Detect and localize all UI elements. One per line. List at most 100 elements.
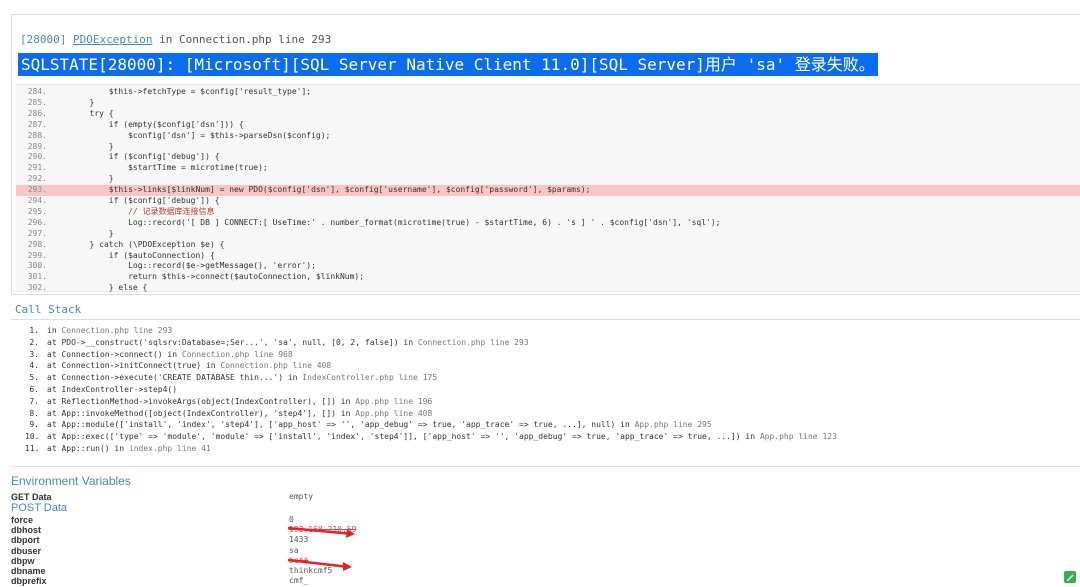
source-line-number: 296.	[27, 217, 47, 227]
source-line-code: if (empty($config['dsn'])) {	[51, 119, 244, 129]
call-stack-file: Connection.php line 293	[61, 326, 173, 335]
source-line-number: 292.	[27, 174, 47, 184]
call-stack-item: 6. at IndexController->step4()	[25, 384, 177, 396]
call-stack-text: at IndexController->step4()	[47, 385, 178, 394]
env-post-label: POST Data	[11, 502, 68, 514]
annotation-arrow-dbhost	[287, 526, 354, 536]
source-line-code: if ($autoConnection) {	[51, 250, 215, 260]
call-stack-number: 10.	[25, 432, 40, 442]
annotation-arrows	[287, 526, 355, 571]
source-line-number: 285.	[27, 97, 47, 107]
source-line: 298. } catch (\PDOException $e) {	[16, 240, 1080, 251]
source-line: 285. }	[16, 98, 1080, 109]
source-line-code: } catch (\PDOException $e) {	[51, 239, 225, 249]
call-stack-list: 1. in Connection.php line 293 2. at PDO->__…	[11, 319, 1080, 467]
source-line-number: 299.	[27, 250, 47, 260]
exception-class-link[interactable]: PDOException	[73, 33, 152, 46]
call-stack-file: App.php line 295	[634, 420, 712, 430]
source-line-number: 297.	[27, 228, 47, 238]
source-line-number: 298.	[27, 239, 47, 249]
call-stack-number: 6.	[29, 385, 39, 394]
source-line: 301. return $this->connect($autoConnecti…	[16, 272, 1080, 283]
call-stack-item: 3. at Connection->connect() in Connection…	[25, 349, 293, 361]
env-get-value: empty	[289, 492, 314, 501]
env-get-row: GET Data empty	[11, 492, 1080, 503]
source-line-code: }	[51, 97, 95, 107]
source-line-number: 293.	[27, 185, 47, 195]
call-stack-file: Connection.php line 968	[181, 349, 293, 359]
call-stack-number: 5.	[29, 373, 39, 383]
call-stack-text: at Connection->connect() in	[47, 349, 182, 359]
call-stack-file: App.php line 196	[355, 396, 433, 406]
call-stack-text: at Connection->initConnect(true) in	[47, 361, 221, 371]
source-line: 287. if (empty($config['dsn'])) {	[16, 120, 1080, 131]
env-key: dbpw	[11, 555, 35, 566]
call-stack-item: 11. at App::run() in index.php line 41	[25, 443, 211, 455]
source-line: 297. }	[16, 229, 1080, 240]
source-line: 289. }	[16, 142, 1080, 153]
source-line-code: try {	[51, 108, 114, 118]
source-line: 286. try {	[16, 109, 1080, 120]
annotation-arrow-dbpw	[287, 558, 350, 569]
exception-message: SQLSTATE[28000]: [Microsoft][SQL Server …	[18, 53, 878, 76]
source-line-code: if ($config['debug']) {	[51, 152, 220, 162]
source-line-code: Log::record($e->getMessage(), 'error');	[51, 261, 316, 271]
env-row-dbprefix: dbprefix cmf_	[11, 576, 1080, 587]
source-line: 299. if ($autoConnection) {	[16, 251, 1080, 262]
call-stack-number: 11.	[25, 444, 40, 453]
call-stack-number: 4.	[29, 361, 39, 371]
call-stack-text: at Connection->execute('CREATE DATABASE …	[47, 373, 303, 383]
edit-icon[interactable]	[1064, 571, 1076, 583]
call-stack-number: 3.	[29, 349, 39, 359]
env-get-label: GET Data	[11, 492, 52, 502]
source-line-number: 294.	[27, 196, 47, 205]
exception-code: [28000]	[20, 33, 67, 46]
env-key: dbprefix	[11, 576, 47, 587]
source-line-number: 289.	[27, 141, 47, 151]
annotation-arrowhead-dbpw	[343, 562, 352, 571]
source-line: 290. if ($config['debug']) {	[16, 152, 1080, 163]
call-stack-file: Connection.php line 293	[417, 337, 529, 347]
call-stack-item: 1. in Connection.php line 293	[25, 325, 172, 337]
source-line: 300. Log::record($e->getMessage(), 'erro…	[16, 261, 1080, 272]
source-line-number: 290.	[27, 152, 47, 162]
call-stack-text: at ReflectionMethod->invokeArgs(object(I…	[47, 396, 356, 406]
call-stack-file: IndexController.php line 175	[302, 373, 438, 383]
env-post-row: POST Data	[11, 503, 1080, 515]
env-key: dbname	[11, 566, 46, 576]
source-line-number: 301.	[27, 272, 47, 282]
source-line-code: }	[51, 141, 114, 151]
source-code-panel: 284. $this->fetchType = $config['result_…	[16, 84, 1080, 292]
source-line: 284. $this->fetchType = $config['result_…	[16, 87, 1080, 98]
call-stack-number: 7.	[29, 396, 39, 406]
exception-panel: [28000] PDOException in Connection.php l…	[11, 14, 1080, 295]
source-line-code: $startTime = microtime(true);	[51, 163, 268, 173]
source-line-number: 286.	[27, 108, 47, 118]
env-key: dbport	[11, 535, 40, 546]
source-line: 294. if ($config['debug']) {	[16, 196, 1080, 207]
call-stack-item: 10. at App::exec(['type' => 'module', 'mo…	[25, 431, 837, 443]
env-row-dbpw: dbpw be**	[11, 556, 1080, 567]
source-line: 288. $config['dsn'] = $this->parseDsn($c…	[16, 131, 1080, 142]
call-stack-file: index.php line 41	[128, 444, 211, 453]
call-stack-text: at App::run() in	[47, 444, 129, 453]
env-row-dbhost: dbhost 192.168.210.59	[11, 525, 1080, 536]
source-line-number: 291.	[27, 163, 47, 173]
source-line-code: if ($config['debug']) {	[51, 196, 220, 205]
source-line: 302. } else {	[16, 283, 1080, 294]
call-stack-item: 2. at PDO->__construct('sqlsrv:Database=;…	[25, 337, 529, 349]
call-stack-file: Connection.php line 408	[220, 361, 332, 371]
call-stack-text: at App::exec(['type' => 'module', 'modul…	[47, 432, 760, 442]
call-stack-text: in	[47, 326, 62, 335]
source-line-code: $this->fetchType = $config['result_type'…	[51, 87, 312, 96]
source-line-number: 302.	[27, 283, 47, 293]
source-line-number: 295.	[27, 206, 47, 216]
env-key: force	[11, 515, 34, 525]
call-stack-item: 4. at Connection->initConnect(true) in Co…	[25, 360, 331, 372]
source-line: 292. }	[16, 174, 1080, 185]
source-line-number: 287.	[27, 119, 47, 129]
call-stack-item: 8. at App::invokeMethod([object(IndexCont…	[25, 408, 432, 420]
call-stack-file: App.php line 123	[759, 432, 837, 442]
env-title: Environment Variables	[11, 474, 131, 488]
call-stack-text: at PDO->__construct('sqlsrv:Database=;Se…	[47, 337, 418, 347]
